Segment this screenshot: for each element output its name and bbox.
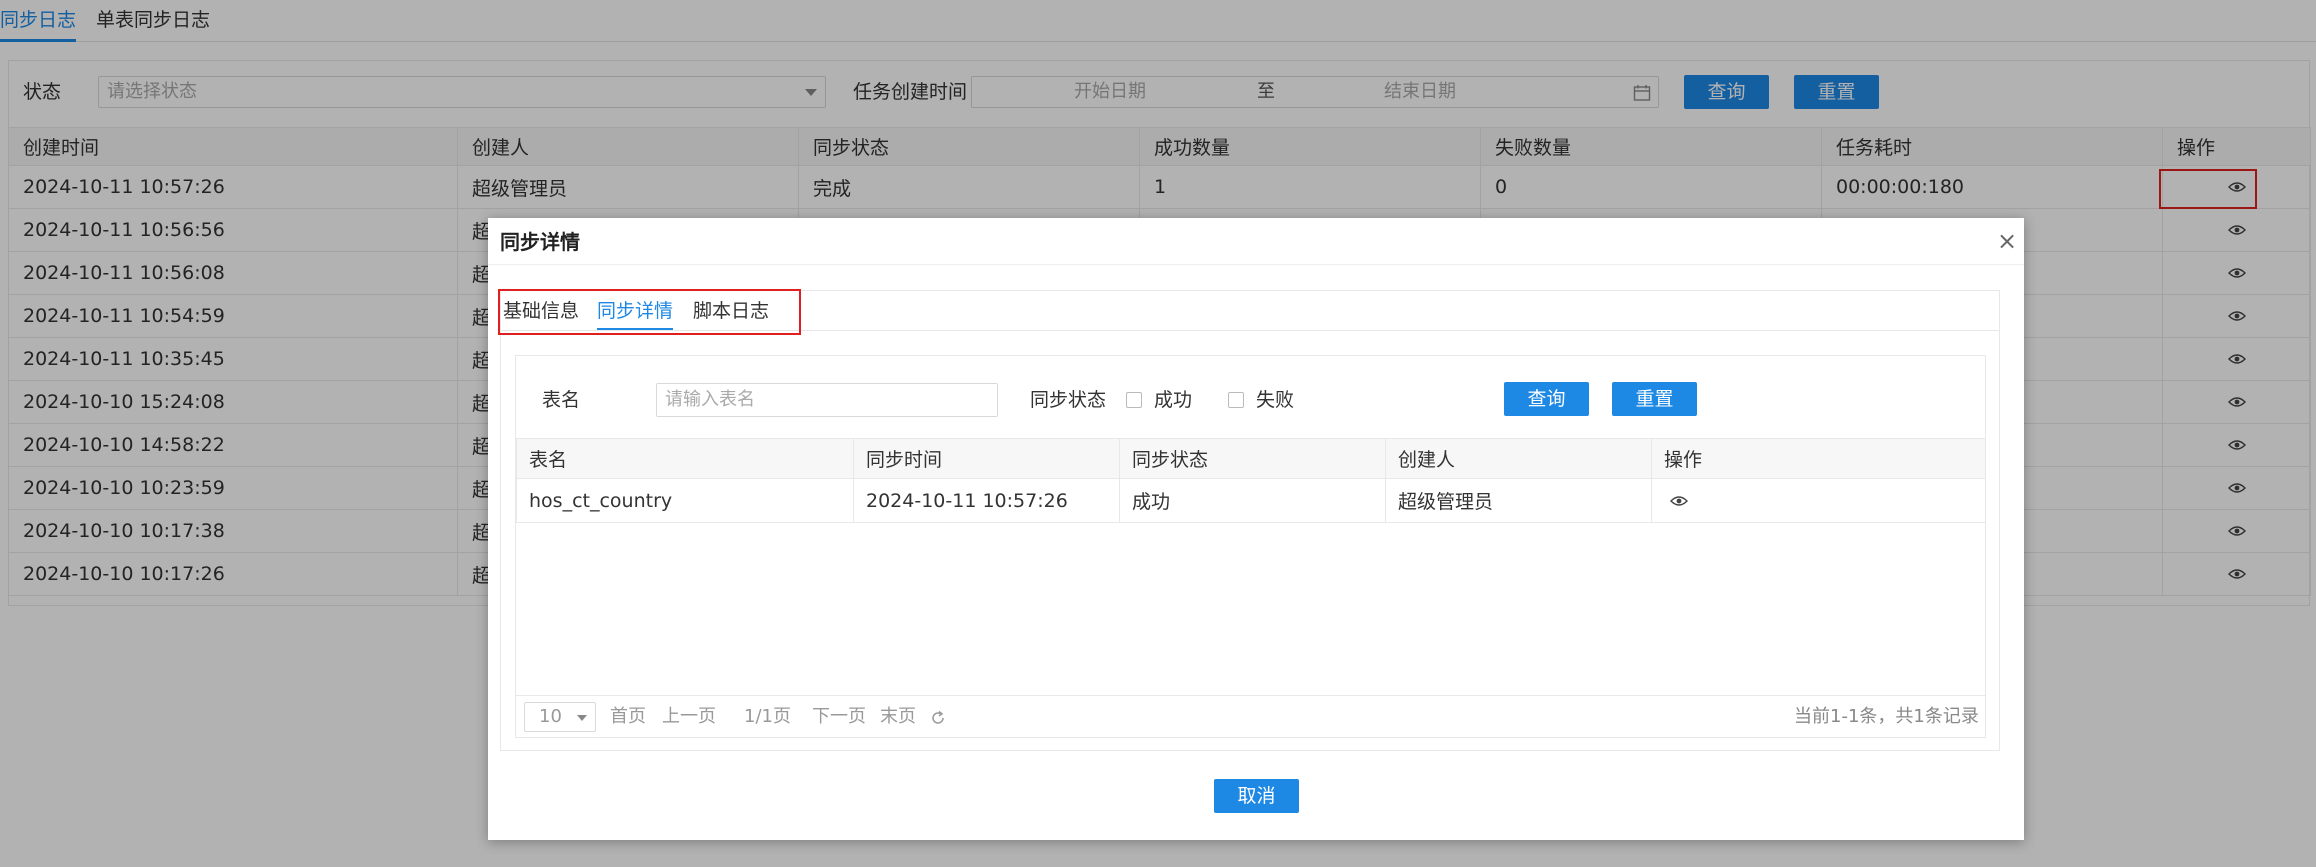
table-name-input[interactable]: 请输入表名	[656, 383, 998, 417]
cell-table-name: hos_ct_country	[516, 478, 854, 523]
col-sync-status: 同步状态	[1119, 438, 1386, 479]
table-header-row: 表名 同步时间 同步状态 创建人 操作	[516, 438, 1986, 479]
dialog-reset-button[interactable]: 重置	[1612, 382, 1697, 416]
page-size-value: 10	[539, 706, 562, 727]
cell-sync-status: 成功	[1119, 478, 1386, 523]
eye-icon[interactable]	[1670, 495, 1688, 507]
col-table-name: 表名	[516, 438, 854, 479]
dialog-query-button[interactable]: 查询	[1504, 382, 1589, 416]
cell-creator: 超级管理员	[1385, 478, 1652, 523]
table-name-label: 表名	[542, 389, 581, 411]
cell-sync-time: 2024-10-11 10:57:26	[853, 478, 1120, 523]
tabs-highlight-box	[498, 289, 801, 335]
dialog-divider	[488, 264, 2024, 265]
detail-card: 表名 请输入表名 同步状态 成功 失败 查询 重置 表名 同步时间 同步状态 创…	[515, 355, 1986, 738]
table-name-placeholder: 请输入表名	[665, 389, 755, 410]
table-row: hos_ct_country 2024-10-11 10:57:26 成功 超级…	[516, 478, 1986, 523]
pager-divider	[516, 695, 1985, 696]
col-actions: 操作	[1651, 438, 1986, 479]
pager-summary: 当前1-1条，共1条记录	[1794, 706, 1979, 727]
next-page-button[interactable]: 下一页	[812, 703, 866, 731]
cell-actions	[1651, 478, 1986, 523]
success-option-label: 成功	[1154, 389, 1193, 411]
cancel-button[interactable]: 取消	[1214, 779, 1299, 813]
dialog-title: 同步详情	[500, 230, 580, 254]
fail-checkbox[interactable]	[1228, 392, 1244, 408]
detail-table: 表名 同步时间 同步状态 创建人 操作 hos_ct_country 2024-…	[516, 438, 1986, 523]
success-checkbox[interactable]	[1126, 392, 1142, 408]
sync-status-label: 同步状态	[1030, 389, 1107, 411]
sync-detail-dialog: 同步详情 × 基础信息 同步详情 脚本日志 表名 请输入表名 同步状态 成功 失…	[488, 218, 2024, 840]
refresh-icon[interactable]	[930, 710, 946, 726]
prev-page-button[interactable]: 上一页	[662, 703, 716, 731]
last-page-button[interactable]: 末页	[880, 703, 916, 731]
col-creator: 创建人	[1385, 438, 1652, 479]
first-page-button[interactable]: 首页	[610, 703, 646, 731]
dialog-tabs: 基础信息 同步详情 脚本日志 表名 请输入表名 同步状态 成功 失败 查询 重置…	[498, 289, 2000, 751]
page-size-select[interactable]: 10	[524, 702, 596, 732]
close-icon[interactable]: ×	[1996, 229, 2018, 253]
chevron-down-icon	[577, 715, 587, 721]
fail-option-label: 失败	[1256, 389, 1295, 411]
col-sync-time: 同步时间	[853, 438, 1120, 479]
page-info: 1/1页	[744, 706, 791, 727]
